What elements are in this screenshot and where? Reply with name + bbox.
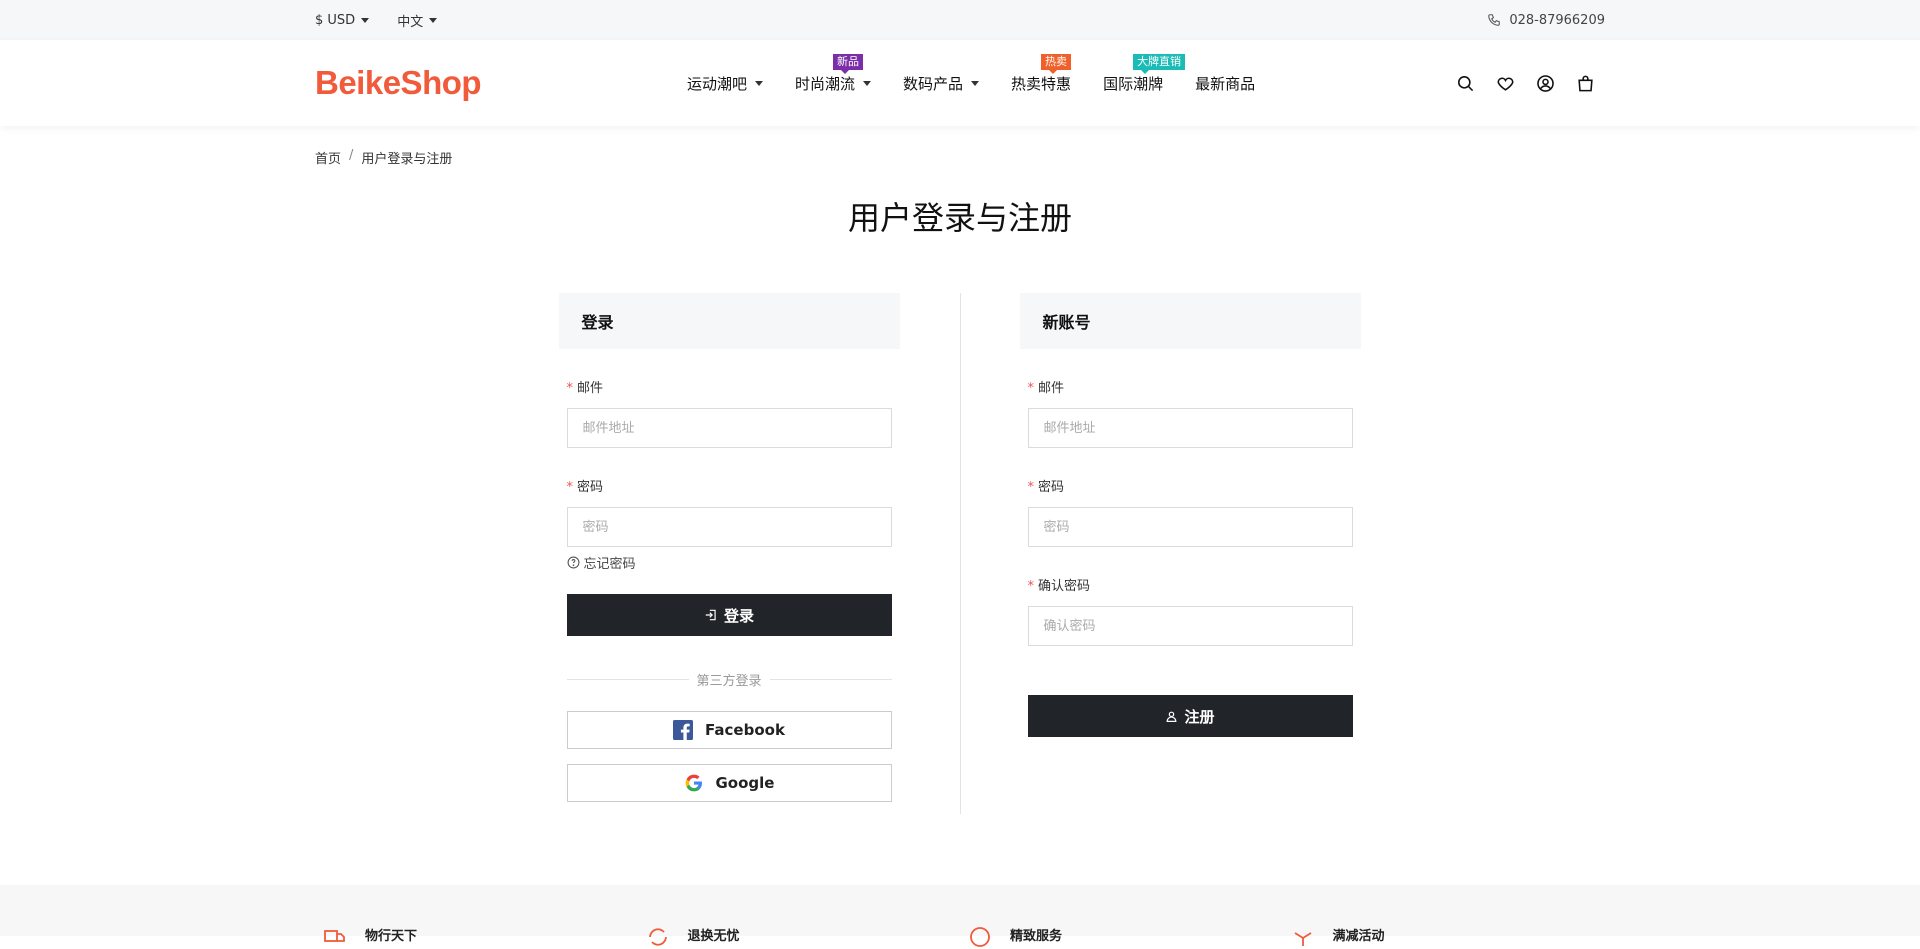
language-dropdown[interactable]: 中文 [397,11,438,30]
breadcrumb: 首页 / 用户登录与注册 [315,148,1605,167]
chevron-down-icon [971,80,980,86]
register-panel: 新账号 *邮件 *密码 *确认密码 注册 [1019,293,1361,802]
register-email-label: * 邮件 [1027,381,1065,396]
google-login-button[interactable]: Google [566,764,892,802]
search-icon[interactable] [1455,73,1475,93]
register-confirm-input[interactable] [1027,606,1353,646]
feature-item: 物行天下 [315,885,638,949]
user-icon[interactable] [1535,73,1555,93]
phone-icon [1488,14,1501,26]
feature-item: 退换无忧 [638,885,961,949]
nav-badge-brand-direct: 大牌直销 [1133,53,1186,74]
truck-icon [324,930,345,942]
chevron-down-icon [755,80,764,86]
nav-item-sports[interactable]: 运动潮吧 [687,73,764,94]
login-button[interactable]: 登录 [566,594,892,636]
currency-label: $ USD [315,12,356,28]
language-label: 中文 [397,14,424,30]
main-nav: 运动潮吧 新品 时尚潮流 数码产品 热卖 热卖特惠 大牌直销 国际潮牌 最新商品 [687,53,1255,94]
user-icon [1167,711,1177,722]
login-email-input[interactable] [566,408,892,448]
service-icon [970,927,990,947]
vertical-divider [959,293,961,814]
register-button[interactable]: 注册 [1027,695,1353,737]
register-heading: 新账号 [1019,293,1361,349]
help-circle-icon [567,556,579,569]
nav-item-intl-brands[interactable]: 大牌直销 国际潮牌 [1103,53,1186,94]
bag-icon[interactable] [1575,73,1595,93]
heart-icon[interactable] [1495,73,1515,93]
logo[interactable]: BeikeShop [315,64,687,102]
chevron-down-icon [429,17,438,23]
facebook-login-button[interactable]: Facebook [566,711,892,749]
breadcrumb-separator: / [349,148,354,163]
nav-item-label: 热卖特惠 [1011,74,1072,93]
register-password-input[interactable] [1027,507,1353,547]
auth-forms: 登录 *邮件 *密码 忘记密码 登录 第三方登录 Facebook [558,293,1362,814]
footer-features: 物行天下 退换无忧 精致服务 满减活动 [0,885,1920,947]
login-heading: 登录 [558,293,900,349]
login-password-label: * 密码 [566,480,604,495]
currency-dropdown[interactable]: $ USD [315,11,370,30]
top-utility-bar: $ USD 中文 028-87966209 [0,0,1920,40]
breadcrumb-current: 用户登录与注册 [361,152,453,167]
nav-item-digital[interactable]: 数码产品 [903,73,980,94]
chevron-down-icon [361,17,370,23]
nav-item-label: 最新商品 [1195,74,1256,93]
header-icons [1455,73,1595,93]
gift-icon [1294,932,1311,946]
nav-item-fashion[interactable]: 新品 时尚潮流 [795,53,872,94]
login-panel: 登录 *邮件 *密码 忘记密码 登录 第三方登录 Facebook [558,293,900,802]
login-email-label: * 邮件 [566,381,604,396]
chevron-down-icon [863,80,872,86]
refresh-icon [648,928,667,946]
nav-item-label: 时尚潮流 [795,74,856,93]
phone-contact: 028-87966209 [1487,13,1605,28]
facebook-icon [673,720,694,740]
login-password-input[interactable] [566,507,892,547]
nav-item-latest[interactable]: 最新商品 [1195,73,1255,94]
register-email-input[interactable] [1027,408,1353,448]
nav-badge-new: 新品 [833,53,864,74]
nav-badge-hot: 热卖 [1041,53,1072,74]
register-confirm-label: * 确认密码 [1027,579,1091,594]
google-icon [685,774,702,792]
third-party-label: 第三方登录 [696,674,762,689]
feature-item: 精致服务 [960,885,1283,949]
nav-item-label: 运动潮吧 [687,74,748,93]
login-icon [705,609,716,621]
phone-number: 028-87966209 [1509,12,1605,28]
breadcrumb-home[interactable]: 首页 [315,148,341,167]
nav-item-hot-sale[interactable]: 热卖 热卖特惠 [1011,53,1072,94]
page-title: 用户登录与注册 [847,199,1072,237]
main-header: BeikeShop 运动潮吧 新品 时尚潮流 数码产品 热卖 热卖特惠 大牌直销 [0,40,1920,126]
feature-item: 满减活动 [1283,885,1606,949]
register-password-label: * 密码 [1027,480,1065,495]
nav-item-label: 国际潮牌 [1103,74,1164,93]
forgot-password-link[interactable]: 忘记密码 [567,553,892,572]
nav-item-label: 数码产品 [903,74,964,93]
third-party-divider: 第三方登录 [566,670,892,689]
